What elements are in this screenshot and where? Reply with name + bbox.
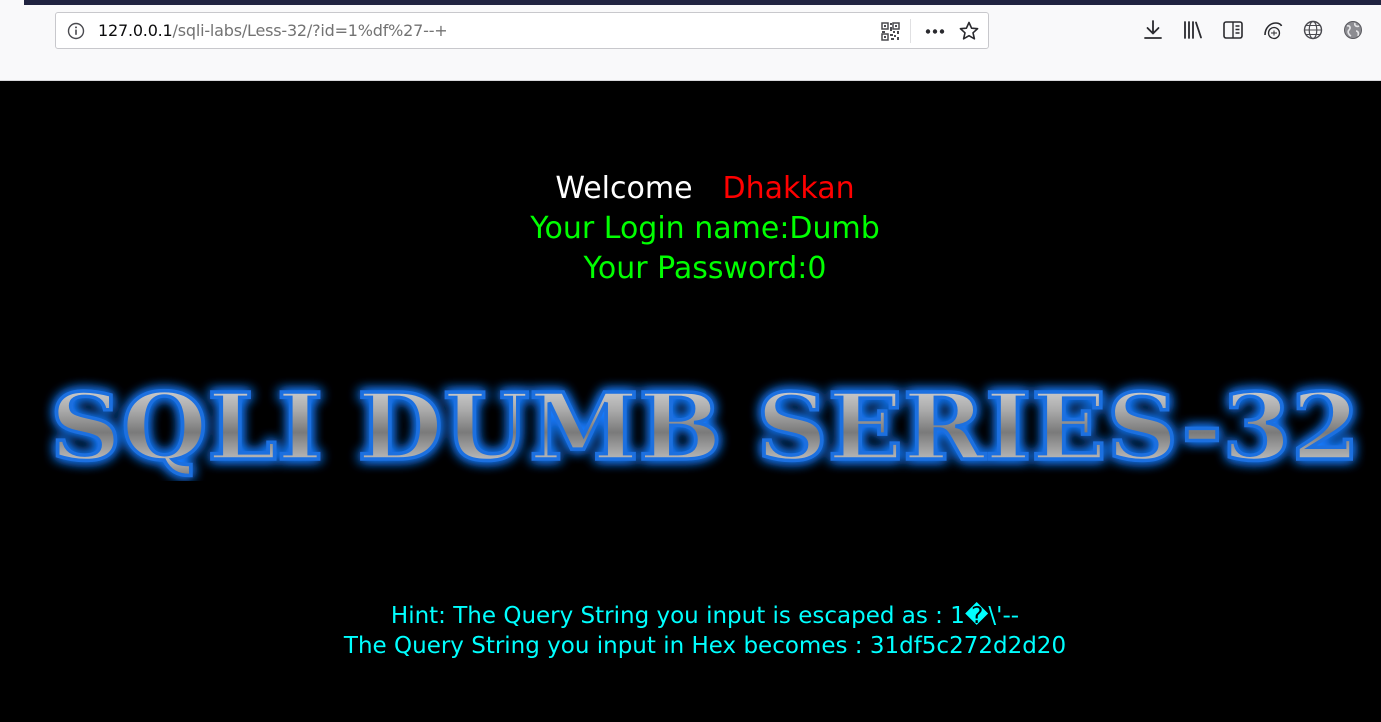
url-text[interactable]: 127.0.0.1/sqli-labs/Less-32/?id=1%df%27-… [98, 21, 448, 41]
sqli-banner: SQLI DUMB SERIES-32 [48, 371, 1362, 481]
globe-icon[interactable] [1302, 19, 1324, 41]
urlbar-separator [910, 19, 911, 43]
qr-code-icon[interactable] [881, 22, 900, 41]
banner-title: SQLI DUMB SERIES-32 [50, 373, 1360, 481]
info-icon[interactable] [67, 22, 85, 40]
login-name: Your Login name:Dumb [530, 211, 880, 246]
url-host: 127.0.0.1 [98, 21, 173, 40]
page-content: Welcome Dhakkan Your Login name:Dumb Your… [0, 81, 1381, 722]
address-bar[interactable]: 127.0.0.1/sqli-labs/Less-32/?id=1%df%27-… [55, 12, 989, 49]
globe-alt-icon[interactable] [1342, 19, 1364, 41]
password-line: Your Password:0 [583, 251, 827, 286]
star-icon[interactable] [959, 21, 979, 41]
extension-icon[interactable] [1262, 19, 1284, 41]
hint-hex: The Query String you input in Hex become… [343, 633, 1067, 659]
hint-escaped: Hint: The Query String you input is esca… [390, 603, 1020, 629]
more-icon[interactable] [924, 22, 946, 41]
url-path: /sqli-labs/Less-32/?id=1%df%27--+ [172, 21, 448, 40]
tab-strip-edge [24, 0, 1381, 5]
welcome-text: Welcome [555, 171, 693, 206]
download-icon[interactable] [1142, 19, 1164, 41]
reader-view-icon[interactable] [1222, 19, 1244, 41]
browser-toolbar: 127.0.0.1/sqli-labs/Less-32/?id=1%df%27-… [0, 0, 1381, 81]
library-icon[interactable] [1182, 19, 1204, 41]
welcome-line: Welcome Dhakkan [0, 169, 1381, 209]
user-name: Dhakkan [722, 171, 855, 206]
